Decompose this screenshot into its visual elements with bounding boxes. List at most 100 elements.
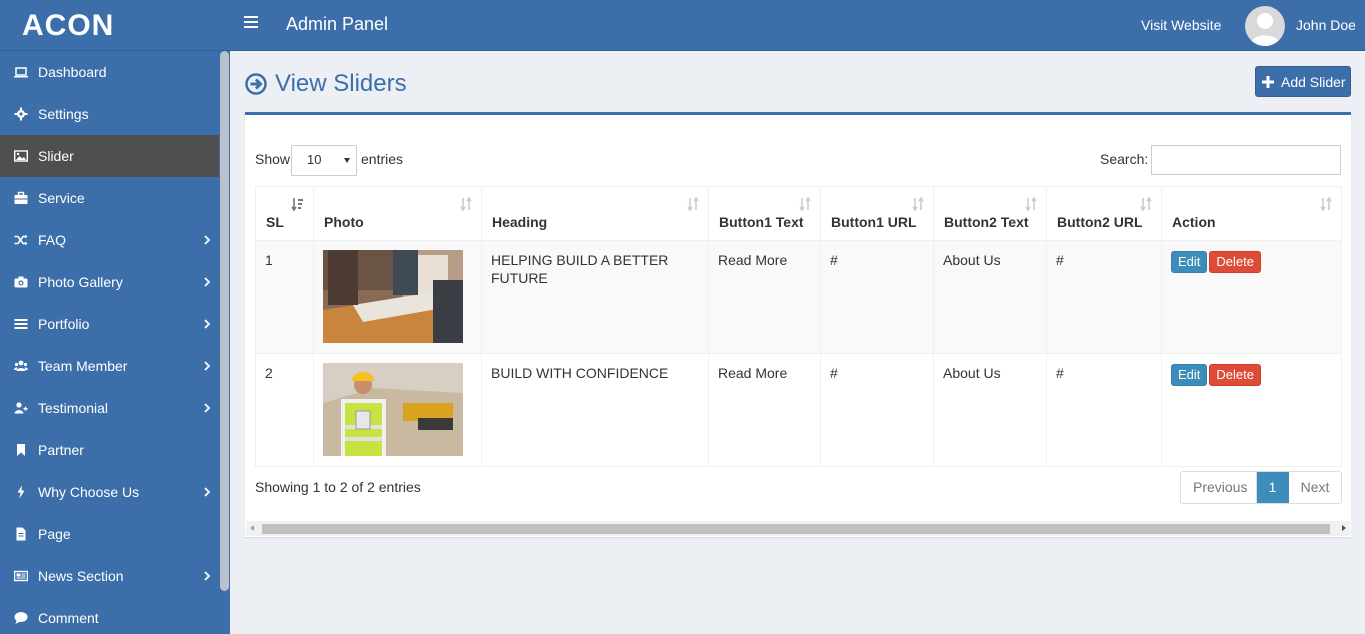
sidebar-item-photo-gallery[interactable]: Photo Gallery (0, 261, 230, 303)
entries-value: 10 (307, 152, 322, 167)
sidebar-item-page[interactable]: Page (0, 513, 230, 555)
scroll-left-icon[interactable] (250, 525, 254, 531)
sidebar-item-label: Slider (38, 148, 74, 164)
column-header-button1-url[interactable]: Button1 URL (820, 186, 934, 241)
column-header-heading[interactable]: Heading (481, 186, 709, 241)
sidebar-item-label: Team Member (38, 358, 128, 374)
column-label: Button2 Text (944, 214, 1029, 230)
sidebar-item-testimonial[interactable]: Testimonial (0, 387, 230, 429)
cell-button1-url: # (820, 240, 934, 354)
sidebar-item-why-choose-us[interactable]: Why Choose Us (0, 471, 230, 513)
column-label: Heading (492, 214, 548, 230)
show-label: Show (255, 151, 291, 167)
camera-icon (14, 276, 28, 288)
menu-toggle-icon[interactable] (244, 16, 258, 28)
column-label: Action (1172, 214, 1216, 230)
sidebar-item-label: News Section (38, 568, 124, 584)
sidebar-item-slider[interactable]: Slider (0, 135, 230, 177)
sidebar-item-dashboard[interactable]: Dashboard (0, 51, 230, 93)
cell-button2-url: # (1046, 240, 1162, 354)
cell-button1-text: Read More (708, 240, 821, 354)
next-page-button[interactable]: Next (1289, 472, 1341, 503)
sidebar-item-label: Settings (38, 106, 89, 122)
entries-per-page-select[interactable]: 10 (291, 145, 357, 176)
arrow-circle-right-icon (245, 73, 267, 95)
cell-sl: 1 (255, 240, 314, 354)
horizontal-scrollbar[interactable] (246, 521, 1350, 536)
edit-button[interactable]: Edit (1171, 251, 1208, 273)
cell-button1-url: # (820, 353, 934, 467)
construction-worker-photo (323, 363, 463, 456)
sidebar-item-label: Why Choose Us (38, 484, 140, 500)
column-label: Button1 Text (719, 214, 804, 230)
laptop-icon (14, 67, 28, 78)
sidebar-item-news-section[interactable]: News Section (0, 555, 230, 597)
sidebar-scrollbar-thumb[interactable] (220, 51, 229, 591)
sidebar: Dashboard Settings Slider Service FAQ Ph… (0, 51, 230, 634)
sort-icon (460, 197, 472, 211)
sort-icon (912, 197, 924, 211)
add-slider-label: Add Slider (1281, 73, 1346, 90)
cell-action: Edit Delete (1161, 240, 1342, 354)
sidebar-item-label: Comment (38, 610, 99, 626)
column-label: Button1 URL (831, 214, 917, 230)
column-header-sl[interactable]: SL (255, 186, 314, 241)
column-header-button2-url[interactable]: Button2 URL (1046, 186, 1162, 241)
gear-icon (14, 107, 28, 121)
sidebar-item-portfolio[interactable]: Portfolio (0, 303, 230, 345)
sort-icon (687, 197, 699, 211)
sidebar-item-label: FAQ (38, 232, 67, 248)
sidebar-item-label: Portfolio (38, 316, 90, 332)
column-header-action[interactable]: Action (1161, 186, 1342, 241)
chevron-right-icon (204, 277, 211, 287)
sidebar-item-label: Dashboard (38, 64, 107, 80)
delete-button[interactable]: Delete (1209, 251, 1261, 273)
sort-asc-icon (291, 198, 303, 211)
column-header-button1-text[interactable]: Button1 Text (708, 186, 821, 241)
top-navbar: ACON Admin Panel Visit Website John Doe (0, 0, 1365, 51)
delete-button[interactable]: Delete (1209, 364, 1261, 386)
column-label: Photo (324, 214, 364, 230)
column-header-button2-text[interactable]: Button2 Text (933, 186, 1047, 241)
pagination: Previous 1 Next (1180, 471, 1342, 504)
brand-logo[interactable]: ACON (0, 0, 230, 51)
column-label: Button2 URL (1057, 214, 1143, 230)
sidebar-item-service[interactable]: Service (0, 177, 230, 219)
bolt-icon (17, 485, 25, 499)
cell-button2-text: About Us (933, 240, 1047, 354)
caret-down-icon (344, 158, 350, 163)
horizontal-scrollbar-thumb[interactable] (262, 524, 1330, 534)
cell-photo (313, 240, 482, 354)
cell-button2-url: # (1046, 353, 1162, 467)
visit-website-link[interactable]: Visit Website (1141, 17, 1221, 33)
sidebar-item-label: Partner (38, 442, 84, 458)
sidebar-item-partner[interactable]: Partner (0, 429, 230, 471)
table-header-row: SL Photo Heading Button1 Text Button1 UR… (255, 186, 1342, 241)
add-slider-button[interactable]: Add Slider (1255, 66, 1351, 97)
sort-icon (799, 197, 811, 211)
table-row: 2 BUILD WITH CONFIDENCE Read More # Abou… (255, 353, 1342, 467)
chevron-right-icon (204, 403, 211, 413)
sidebar-item-comment[interactable]: Comment (0, 597, 230, 634)
sidebar-item-label: Testimonial (38, 400, 109, 416)
sidebar-item-label: Service (38, 190, 85, 206)
construction-plans-photo (323, 250, 463, 343)
search-input[interactable] (1151, 145, 1341, 175)
table-row: 1 HELPING BUILD A BETTER FUTURE Read Mor… (255, 240, 1342, 354)
sidebar-item-settings[interactable]: Settings (0, 93, 230, 135)
briefcase-icon (14, 191, 28, 204)
scroll-right-icon[interactable] (1342, 525, 1346, 531)
chevron-right-icon (204, 361, 211, 371)
sidebar-item-team-member[interactable]: Team Member (0, 345, 230, 387)
column-header-photo[interactable]: Photo (313, 186, 482, 241)
edit-button[interactable]: Edit (1171, 364, 1208, 386)
previous-page-button[interactable]: Previous (1181, 472, 1257, 503)
user-name[interactable]: John Doe (1296, 17, 1356, 33)
page-1-button[interactable]: 1 (1257, 472, 1289, 503)
shuffle-icon (14, 234, 28, 246)
users-icon (14, 360, 28, 371)
cell-sl: 2 (255, 353, 314, 467)
sidebar-item-faq[interactable]: FAQ (0, 219, 230, 261)
user-avatar[interactable] (1245, 6, 1285, 46)
cell-action: Edit Delete (1161, 353, 1342, 467)
